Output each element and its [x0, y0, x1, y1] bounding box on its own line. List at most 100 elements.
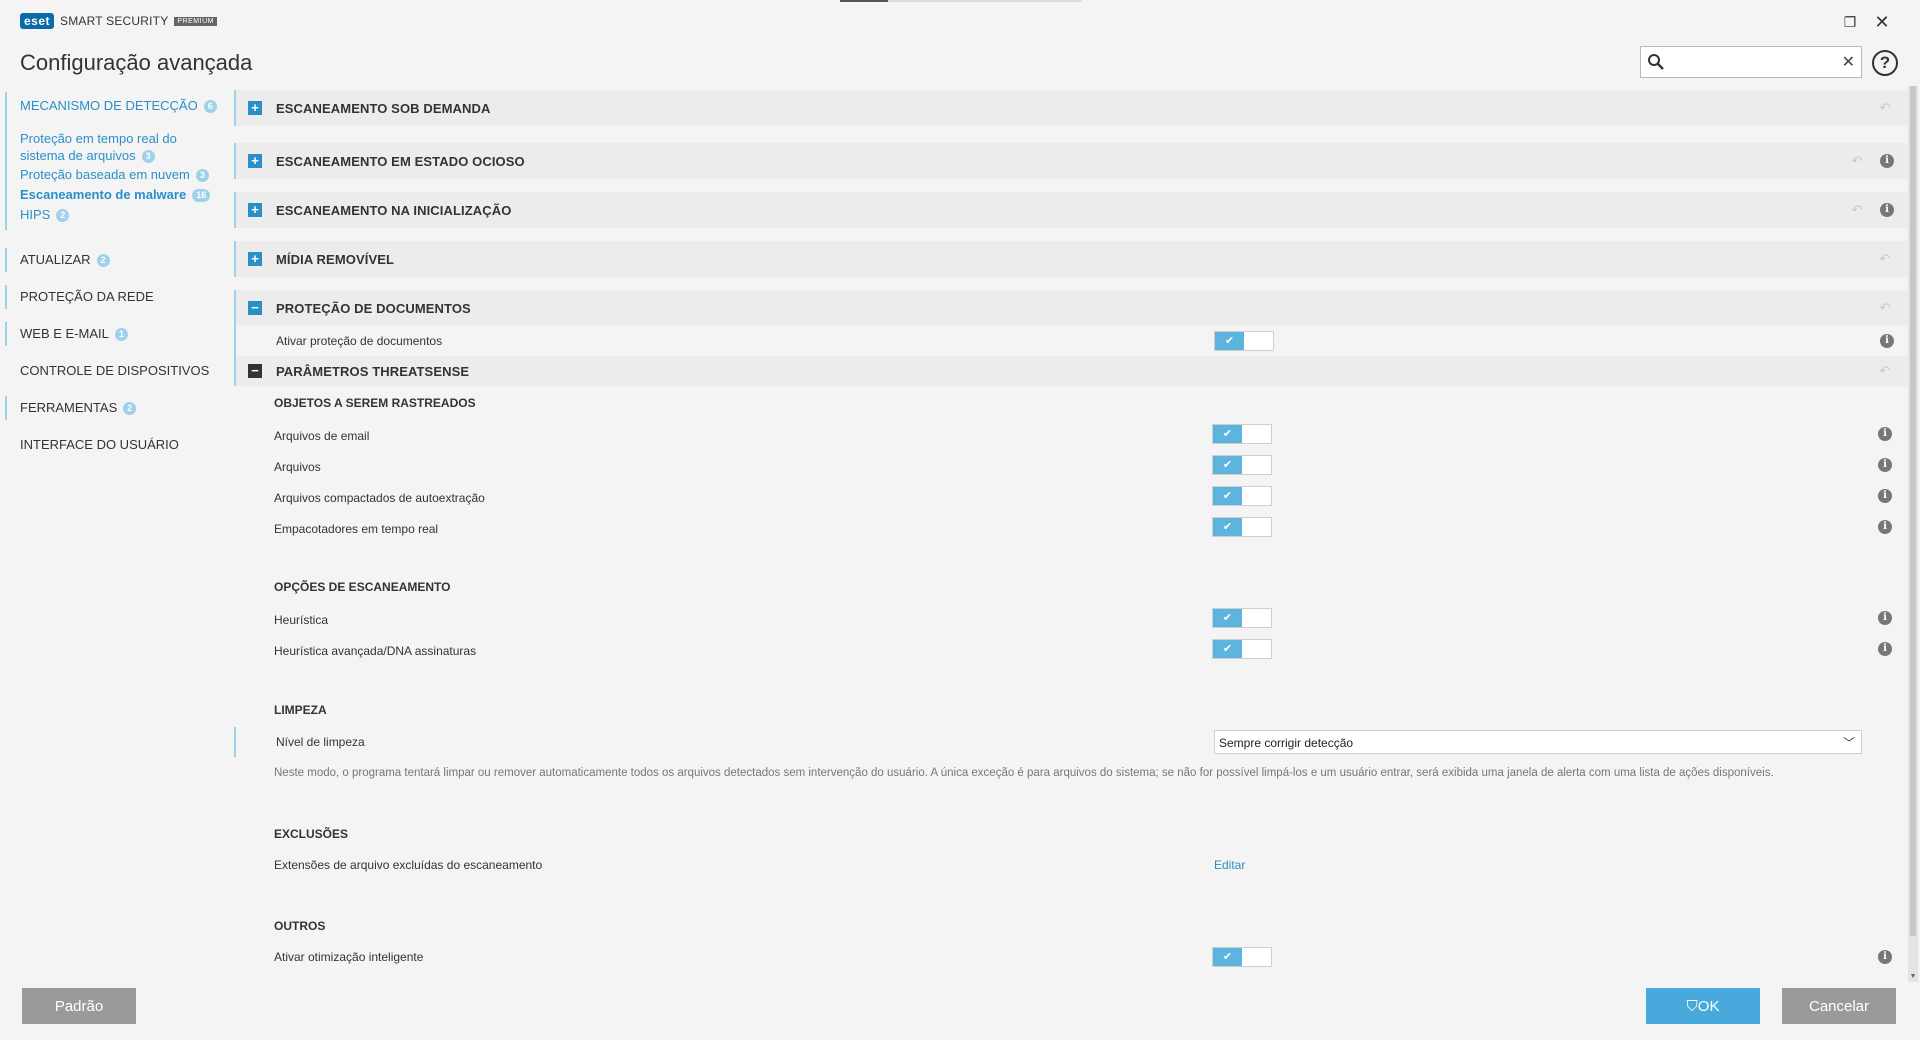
count-badge: 16 — [192, 189, 211, 203]
check-icon: ✔ — [1215, 332, 1244, 350]
expand-icon[interactable]: + — [248, 101, 262, 115]
group-title-others: OUTROS — [274, 919, 326, 933]
setting-label: Nível de limpeza — [276, 735, 365, 749]
cleaning-level-select[interactable]: Sempre corrigir detecção ﹀ — [1214, 730, 1862, 754]
section-title: MÍDIA REMOVÍVEL — [276, 252, 395, 267]
check-icon: ✔ — [1213, 640, 1242, 658]
setting-heuristics: Heurística ✔ i — [234, 605, 1908, 635]
cancel-button[interactable]: Cancelar — [1782, 988, 1896, 1024]
section-removable-media[interactable]: + MÍDIA REMOVÍVEL ↶ — [234, 241, 1908, 277]
info-icon[interactable]: i — [1878, 520, 1892, 534]
archives-toggle[interactable]: ✔ — [1212, 455, 1272, 475]
eset-logo: eset — [20, 13, 55, 29]
group-title-cleaning: LIMPEZA — [274, 703, 327, 717]
sidebar-item-malware-scan[interactable]: Escaneamento de malware 16 — [20, 186, 220, 203]
sidebar-item-label: ATUALIZAR — [20, 252, 91, 267]
info-icon[interactable]: i — [1880, 334, 1894, 348]
section-document-protection[interactable]: − PROTEÇÃO DE DOCUMENTOS ↶ — [234, 290, 1908, 326]
setting-runtime-packers: Empacotadores em tempo real ✔ i — [234, 514, 1908, 544]
runtime-packers-toggle[interactable]: ✔ — [1212, 517, 1272, 537]
cleaning-description: Neste modo, o programa tentará limpar ou… — [274, 767, 1774, 779]
title-bar: eset SMART SECURITY PREMIUM ❐ ✕ — [0, 0, 1920, 42]
enable-doc-protection-toggle[interactable]: ✔ — [1214, 331, 1274, 351]
sidebar-item-label: MECANISMO DE DETECÇÃO — [20, 98, 198, 113]
scroll-down-icon[interactable]: ▼ — [1908, 972, 1918, 982]
info-icon[interactable]: i — [1880, 154, 1894, 168]
revert-icon[interactable]: ↶ — [1878, 364, 1892, 378]
sidebar-item-device-control[interactable]: CONTROLE DE DISPOSITIVOS — [20, 363, 209, 379]
revert-icon[interactable]: ↶ — [1850, 154, 1864, 168]
setting-excluded-extensions: Extensões de arquivo excluídas do escane… — [234, 850, 1908, 880]
sidebar-item-detection-engine[interactable]: MECANISMO DE DETECÇÃO 6 — [20, 98, 226, 114]
info-icon[interactable]: i — [1878, 427, 1892, 441]
sidebar-item-realtime-protection[interactable]: Proteção em tempo real do sistema de arq… — [20, 130, 220, 164]
section-on-demand-scan[interactable]: + ESCANEAMENTO SOB DEMANDA ↶ — [234, 90, 1908, 126]
sidebar-item-user-interface[interactable]: INTERFACE DO USUÁRIO — [20, 437, 179, 453]
info-icon[interactable]: i — [1878, 642, 1892, 656]
product-name: SMART SECURITY — [60, 14, 169, 28]
section-threatsense-params[interactable]: − PARÂMETROS THREATSENSE ↶ — [234, 356, 1908, 386]
sidebar-item-tools[interactable]: FERRAMENTAS 2 — [20, 400, 137, 416]
sidebar-group-update: ATUALIZAR 2 — [0, 248, 110, 272]
smart-optimization-toggle[interactable]: ✔ — [1212, 947, 1272, 967]
ok-button[interactable]: ⛉OK — [1646, 988, 1760, 1024]
setting-advanced-heuristics: Heurística avançada/DNA assinaturas ✔ i — [234, 636, 1908, 666]
sidebar-item-web-email[interactable]: WEB E E-MAIL 1 — [20, 326, 128, 342]
check-icon: ✔ — [1213, 948, 1242, 966]
drag-indicator — [840, 0, 1082, 2]
setting-sfx-archives: Arquivos compactados de autoextração ✔ i — [234, 483, 1908, 513]
default-button[interactable]: Padrão — [22, 988, 136, 1024]
revert-icon[interactable]: ↶ — [1878, 101, 1892, 115]
help-icon[interactable]: ? — [1872, 50, 1898, 76]
edit-exclusions-link[interactable]: Editar — [1214, 858, 1245, 872]
sidebar-item-hips[interactable]: HIPS 2 — [20, 206, 220, 223]
count-badge: 2 — [96, 254, 110, 268]
search-box[interactable]: ✕ — [1640, 46, 1862, 78]
sidebar-item-update[interactable]: ATUALIZAR 2 — [20, 252, 110, 268]
setting-label: Heurística — [274, 613, 329, 627]
expand-icon[interactable]: + — [248, 203, 262, 217]
sidebar-item-label: WEB E E-MAIL — [20, 326, 109, 341]
info-icon[interactable]: i — [1878, 489, 1892, 503]
setting-label: Arquivos de email — [274, 429, 370, 443]
setting-label: Heurística avançada/DNA assinaturas — [274, 644, 477, 658]
sidebar-item-network-protection[interactable]: PROTEÇÃO DA REDE — [20, 289, 154, 305]
revert-icon[interactable]: ↶ — [1850, 203, 1864, 217]
section-idle-scan[interactable]: + ESCANEAMENTO EM ESTADO OCIOSO ↶ i — [234, 143, 1908, 179]
revert-icon[interactable]: ↶ — [1878, 252, 1892, 266]
close-window-icon[interactable]: ✕ — [1870, 10, 1894, 34]
setting-cleaning-level: Nível de limpeza Sempre corrigir detecçã… — [234, 727, 1908, 757]
clear-search-icon[interactable]: ✕ — [1842, 52, 1855, 72]
info-icon[interactable]: i — [1878, 950, 1892, 964]
email-files-toggle[interactable]: ✔ — [1212, 424, 1272, 444]
heuristics-toggle[interactable]: ✔ — [1212, 608, 1272, 628]
group-title-objects: OBJETOS A SEREM RASTREADOS — [274, 396, 476, 410]
advanced-heuristics-toggle[interactable]: ✔ — [1212, 639, 1272, 659]
revert-icon[interactable]: ↶ — [1878, 301, 1892, 315]
section-startup-scan[interactable]: + ESCANEAMENTO NA INICIALIZAÇÃO ↶ i — [234, 192, 1908, 228]
restore-window-icon[interactable]: ❐ — [1838, 10, 1862, 34]
sidebar-item-label: FERRAMENTAS — [20, 400, 118, 415]
sidebar-item-cloud-protection[interactable]: Proteção baseada em nuvem 3 — [20, 166, 220, 183]
sidebar-item-label: Escaneamento de malware — [20, 187, 187, 202]
section-title: PARÂMETROS THREATSENSE — [276, 364, 470, 379]
collapse-icon[interactable]: − — [248, 301, 262, 315]
page-title: Configuração avançada — [20, 50, 253, 75]
vertical-scrollbar[interactable]: ▼ — [1908, 86, 1918, 982]
scrollbar-thumb[interactable] — [1910, 86, 1916, 936]
group-title-exclusions: EXCLUSÕES — [274, 827, 349, 841]
expand-icon[interactable]: + — [248, 154, 262, 168]
sfx-archives-toggle[interactable]: ✔ — [1212, 486, 1272, 506]
count-badge: 3 — [141, 150, 155, 164]
expand-icon[interactable]: + — [248, 252, 262, 266]
setting-smart-optimization: Ativar otimização inteligente ✔ i — [234, 942, 1908, 972]
check-icon: ✔ — [1213, 456, 1242, 474]
count-badge: 2 — [56, 209, 70, 223]
search-icon — [1648, 54, 1664, 70]
search-input[interactable] — [1671, 51, 1831, 73]
collapse-icon[interactable]: − — [248, 364, 262, 378]
info-icon[interactable]: i — [1878, 611, 1892, 625]
info-icon[interactable]: i — [1878, 458, 1892, 472]
drag-indicator-active — [840, 0, 888, 2]
info-icon[interactable]: i — [1880, 203, 1894, 217]
